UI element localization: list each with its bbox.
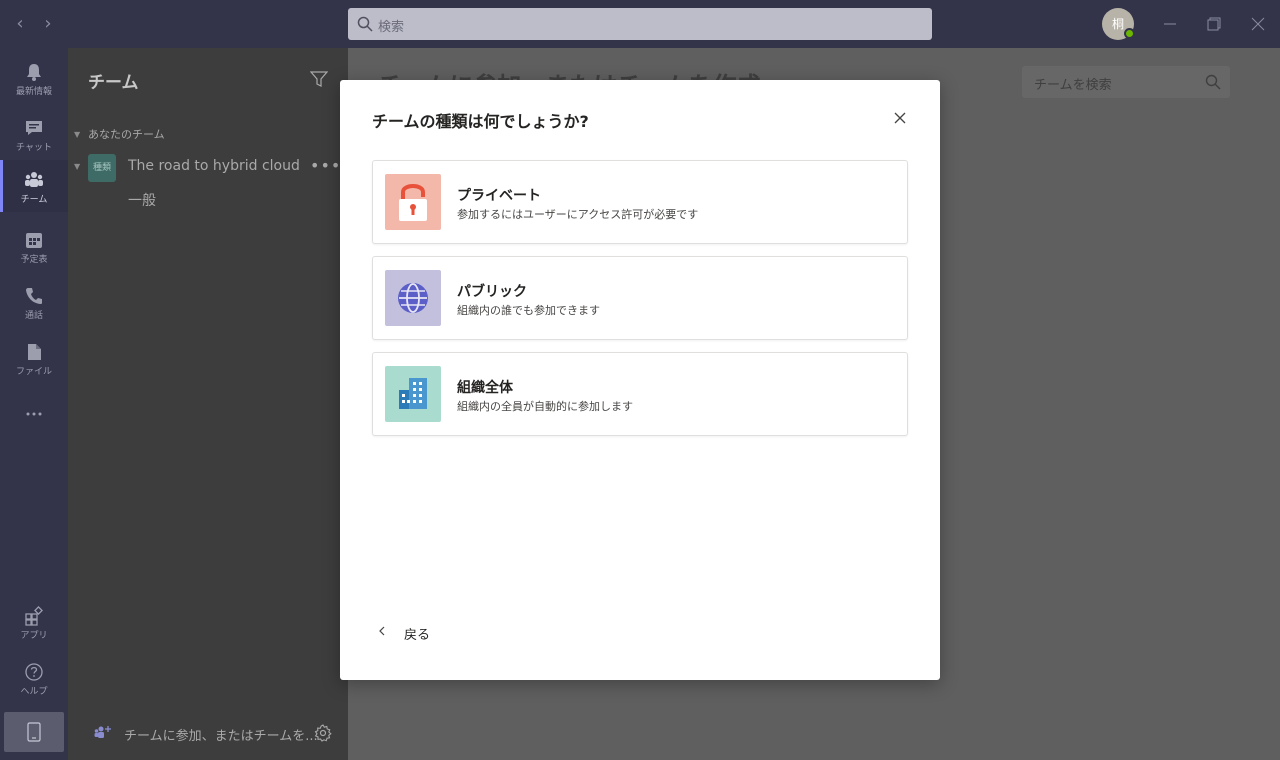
apps-icon — [25, 606, 43, 626]
option-description: 組織内の誰でも参加できます — [457, 304, 600, 317]
back-arrow-icon[interactable]: ‹ — [10, 14, 30, 34]
join-or-create-team-link[interactable]: チームに参加、またはチームを... — [124, 725, 318, 744]
globe-icon — [398, 283, 428, 313]
option-description: 組織内の全員が自動的に参加します — [457, 400, 633, 413]
rail-item-chat[interactable]: チャット — [0, 108, 68, 160]
building-icon — [399, 378, 427, 409]
option-title: 組織全体 — [457, 380, 513, 396]
panel-header: チーム — [68, 48, 348, 110]
team-name[interactable]: The road to hybrid cloud — [128, 158, 300, 174]
phone-icon — [26, 288, 42, 304]
title-bar: ‹ › 検索 桐 — [0, 0, 1280, 48]
rail-label: ヘルプ — [20, 687, 48, 697]
rail-label: 通話 — [24, 311, 43, 321]
rail-label: アプリ — [20, 631, 48, 641]
back-label: 戻る — [404, 628, 431, 643]
option-title: プライベート — [457, 188, 541, 204]
gear-icon[interactable] — [314, 724, 332, 742]
help-icon — [25, 663, 43, 681]
bell-icon — [27, 64, 41, 81]
minimize-icon[interactable] — [1158, 12, 1182, 36]
chevron-down-icon[interactable]: ▼ — [74, 130, 80, 139]
org-wide-tile — [385, 366, 441, 422]
join-team-icon — [94, 726, 111, 738]
rail-label: チーム — [20, 195, 48, 205]
teams-icon — [25, 172, 43, 187]
rail-item-apps[interactable]: アプリ — [0, 596, 68, 648]
rail-item-calendar[interactable]: 予定表 — [0, 220, 68, 272]
rail-item-help[interactable]: ヘルプ — [0, 652, 68, 704]
option-private[interactable]: プライベート 参加するにはユーザーにアクセス許可が必要です — [372, 160, 908, 244]
close-window-icon[interactable] — [1246, 12, 1270, 36]
option-description: 参加するにはユーザーにアクセス許可が必要です — [457, 208, 699, 221]
team-search-input[interactable]: チームを検索 — [1022, 66, 1230, 98]
more-icon — [26, 412, 42, 416]
rail-item-more[interactable] — [0, 394, 68, 446]
rail-item-activity[interactable]: 最新情報 — [0, 52, 68, 104]
private-tile — [385, 174, 441, 230]
team-search-placeholder: チームを検索 — [1034, 78, 1112, 93]
team-type-dialog: チームの種類は何でしょうか? プライベート 参加するにはユーザーにアクセス許可が… — [340, 80, 940, 680]
app-rail: 最新情報 チャット チーム 予定表 通話 ファイル アプリ ヘルプ — [0, 48, 68, 760]
chevron-down-icon[interactable]: ▼ — [74, 162, 80, 171]
lock-icon — [399, 184, 427, 221]
option-public[interactable]: パブリック 組織内の誰でも参加できます — [372, 256, 908, 340]
file-icon — [28, 344, 41, 360]
forward-arrow-icon[interactable]: › — [38, 14, 58, 34]
restore-icon[interactable] — [1202, 12, 1226, 36]
presence-status-badge — [1124, 28, 1135, 39]
section-label: あなたのチーム — [88, 128, 165, 141]
more-options-icon[interactable]: ••• — [310, 156, 341, 175]
rail-item-teams[interactable]: チーム — [0, 160, 68, 212]
filter-icon[interactable] — [310, 70, 328, 88]
rail-item-calls[interactable]: 通話 — [0, 276, 68, 328]
mobile-app-button[interactable] — [4, 712, 64, 752]
mobile-icon — [27, 722, 41, 742]
rail-item-files[interactable]: ファイル — [0, 332, 68, 384]
dialog-title: チームの種類は何でしょうか? — [372, 112, 589, 131]
option-org-wide[interactable]: 組織全体 組織内の全員が自動的に参加します — [372, 352, 908, 436]
back-button[interactable]: 戻る — [372, 620, 452, 644]
search-placeholder: 検索 — [378, 20, 405, 35]
option-title: パブリック — [457, 284, 527, 300]
rail-label: チャット — [16, 143, 52, 153]
calendar-icon — [26, 233, 42, 248]
rail-label: ファイル — [15, 367, 52, 377]
close-icon[interactable] — [890, 108, 910, 128]
team-avatar: 種類 — [88, 154, 116, 182]
search-icon — [1205, 74, 1221, 90]
channel-general[interactable]: 一般 — [128, 190, 156, 210]
global-search-input[interactable]: 検索 — [348, 8, 932, 40]
rail-label: 最新情報 — [15, 87, 52, 97]
teams-panel: チーム ▼ あなたのチーム ▼ 種類 The road to hybrid cl… — [68, 48, 348, 760]
search-icon — [357, 16, 373, 32]
rail-label: 予定表 — [20, 255, 48, 265]
chat-icon — [26, 121, 42, 135]
chevron-left-icon — [379, 626, 385, 636]
panel-title: チーム — [88, 73, 139, 93]
public-tile — [385, 270, 441, 326]
